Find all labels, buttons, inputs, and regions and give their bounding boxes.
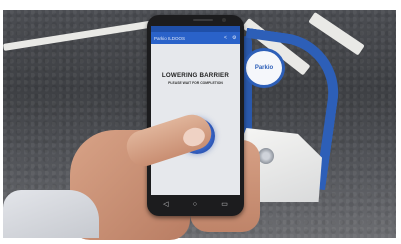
barrier-logo: Parkio — [243, 48, 285, 88]
barrier-logo-text: Parkio — [254, 65, 274, 71]
app-actions: < ⚙ — [224, 35, 237, 41]
barrier-sensor-icon — [258, 148, 274, 164]
earpiece — [193, 19, 213, 21]
phone-screen: Parkio ILDOOS < ⚙ LOWERING BARRIER PLEAS… — [151, 26, 240, 195]
sleeve — [3, 190, 99, 238]
app-title: Parkio ILDOOS — [154, 35, 186, 41]
recents-icon[interactable]: ▭ — [221, 201, 228, 208]
home-icon[interactable]: ○ — [193, 201, 197, 208]
front-camera-icon — [222, 18, 226, 22]
share-icon[interactable]: < — [224, 35, 229, 41]
app-bar: Parkio ILDOOS < ⚙ — [151, 32, 240, 44]
android-nav-bar: ◁ ○ ▭ — [151, 198, 240, 210]
status-subline: PLEASE WAIT FOR COMPLETION — [168, 81, 223, 85]
status-headline: LOWERING BARRIER — [161, 72, 230, 79]
gear-icon[interactable]: ⚙ — [232, 35, 237, 41]
back-icon[interactable]: ◁ — [163, 201, 168, 208]
